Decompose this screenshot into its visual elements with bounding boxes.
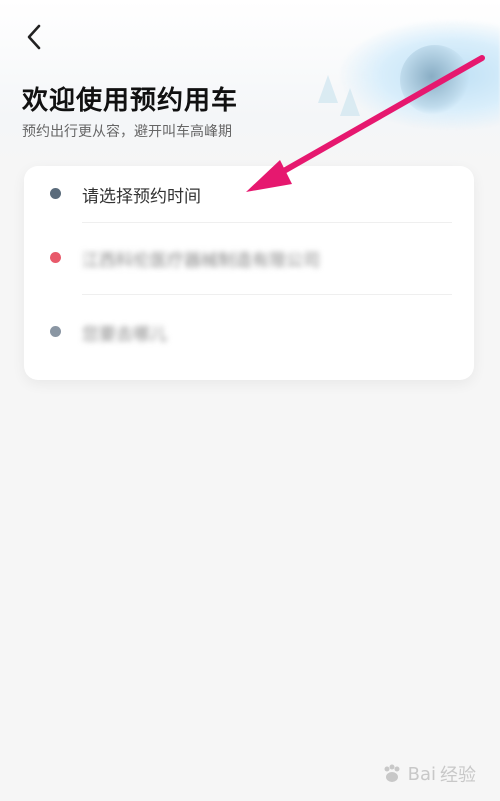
watermark-brand: Bai (407, 763, 436, 785)
page-title: 欢迎使用预约用车 (22, 86, 239, 116)
select-time-row[interactable]: 请选择预约时间 (24, 166, 474, 222)
chevron-left-icon (27, 24, 41, 50)
destination-row[interactable]: 您要去哪儿 (24, 304, 474, 360)
divider (82, 222, 452, 223)
divider (82, 294, 452, 295)
pickup-location-row[interactable]: 江西科伦医疗器械制造有限公司 (24, 230, 474, 286)
pickup-location-icon (50, 252, 61, 263)
mascot-illustration (400, 45, 470, 115)
pickup-location-label: 江西科伦医疗器械制造有限公司 (82, 251, 320, 271)
destination-icon (50, 326, 61, 337)
watermark-sub: 经验 (440, 765, 476, 786)
booking-card: 请选择预约时间 江西科伦医疗器械制造有限公司 您要去哪儿 (24, 166, 474, 380)
watermark: Bai 经验 (380, 761, 476, 787)
clock-icon (50, 188, 61, 199)
destination-label: 您要去哪儿 (82, 325, 167, 345)
back-button[interactable] (22, 22, 48, 52)
tree-decoration (340, 88, 360, 116)
select-time-label: 请选择预约时间 (82, 187, 201, 207)
paw-icon (384, 764, 400, 782)
tree-decoration (318, 75, 338, 103)
page-subtitle: 预约出行更从容，避开叫车高峰期 (22, 124, 232, 140)
